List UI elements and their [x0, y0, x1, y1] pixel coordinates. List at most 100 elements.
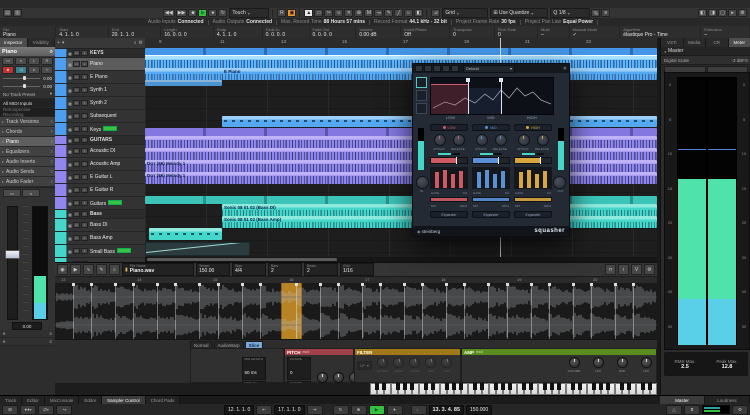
band-expander-button[interactable]: Expander	[514, 211, 552, 218]
track-solo-button[interactable]: s	[81, 222, 88, 228]
output-gain-knob[interactable]	[553, 176, 566, 189]
band-mix-slider[interactable]	[514, 197, 552, 202]
track-row[interactable]: ▦ m s Synth 2	[55, 97, 145, 110]
inspector-track-header[interactable]: Piano ⚙	[0, 47, 55, 56]
to-right-locator-button[interactable]: ⇥	[307, 405, 323, 415]
solo-button[interactable]: s	[15, 57, 27, 65]
amp-knob[interactable]: LFO	[590, 357, 606, 373]
band-solo-button[interactable]: HIGH	[514, 124, 552, 131]
pitch-field[interactable]: OCTAVE0	[287, 357, 311, 380]
tool-button[interactable]: ↝	[374, 9, 383, 17]
status-item[interactable]: Record Format 44.1 kHz - 32 bit	[374, 19, 456, 25]
editor-field[interactable]: Bars 2	[268, 263, 302, 276]
hitpoint-marker[interactable]	[296, 283, 297, 339]
audio-event[interactable]	[145, 148, 657, 160]
info-line-field[interactable]: Algorithm élastique Pro - Time	[620, 26, 701, 38]
fader-value[interactable]: 0.00	[12, 322, 42, 330]
setup-toolbar-button[interactable]: ▸	[728, 9, 737, 17]
info-line-field[interactable]: Invert Phase Off	[401, 26, 450, 38]
audio-event[interactable]: Drrr (86) Melody 1	[145, 160, 657, 172]
info-line-field[interactable]: Fade-Out 0. 0. 0. 0	[310, 26, 357, 38]
plugin-spectrum-display[interactable]	[430, 77, 554, 115]
band-mix-slider[interactable]	[472, 197, 510, 202]
hitpoint-marker[interactable]	[549, 283, 550, 339]
automation-mode-select[interactable]: Touch▾	[229, 8, 269, 18]
tool-button[interactable]: M	[364, 9, 373, 17]
find-track-icon[interactable]: ⌕	[134, 40, 137, 46]
plugin-view-3[interactable]	[416, 103, 427, 114]
info-line-field[interactable]: Snap 4. 1. 1. 0	[214, 26, 263, 38]
editor-scrub-button[interactable]: ∿	[83, 264, 94, 275]
tool-button[interactable]: ◧	[414, 9, 423, 17]
track-solo-button[interactable]: s	[81, 235, 88, 241]
track-mute-button[interactable]: m	[73, 235, 80, 241]
filter-knob[interactable]: RESO	[391, 357, 407, 373]
track-mute-button[interactable]: m	[73, 74, 80, 80]
hitpoint-marker[interactable]	[446, 283, 447, 339]
play-transport-button[interactable]: ▶	[369, 405, 385, 415]
rewind-button[interactable]: ◀◀	[163, 9, 175, 17]
info-line-field[interactable]: Mute –	[538, 26, 570, 38]
cycle-button[interactable]: ↻	[218, 9, 227, 17]
status-item[interactable]: Project Pan Law Equal Power	[525, 19, 602, 25]
tool-button[interactable]: ✎	[384, 9, 393, 17]
listen-button[interactable]: L	[28, 57, 40, 65]
record-enable-button[interactable]: ●	[2, 66, 14, 74]
filter-type-select[interactable]: LP▾	[357, 361, 372, 370]
band-mix-slider[interactable]	[430, 197, 468, 202]
track-solo-button[interactable]: s	[81, 248, 88, 254]
band-release-knob[interactable]	[537, 134, 549, 146]
hitpoint-marker[interactable]	[218, 283, 219, 339]
plugin-bypass-button[interactable]	[424, 65, 432, 72]
right-zone-tab[interactable]: Media	[684, 38, 707, 47]
track-solo-button[interactable]: s	[81, 137, 88, 143]
track-row[interactable]: ▦ m s GUITARS	[55, 136, 145, 145]
track-row[interactable]: ▦ m s Acoustic Amp	[55, 158, 145, 171]
track-solo-button[interactable]: s	[81, 61, 88, 67]
plugin-read-button[interactable]	[433, 65, 441, 72]
track-solo-button[interactable]: s	[81, 113, 88, 119]
status-item[interactable]: Project Frame Rate 30 fps	[456, 19, 525, 25]
track-filter-chevron-icon[interactable]: ▾	[62, 40, 65, 46]
edit-channel-button[interactable]: e	[28, 66, 40, 74]
info-line-field[interactable]: Length 16. 0. 0. 0	[161, 26, 214, 38]
record-transport-button[interactable]: ●	[387, 405, 403, 415]
fader-mute-button[interactable]: m	[3, 189, 21, 197]
hitpoint-marker[interactable]	[488, 283, 489, 339]
hitpoint-marker[interactable]	[157, 283, 158, 339]
editor-field[interactable]: Grid 1/16	[340, 263, 374, 276]
filter-knob[interactable]: ENV	[423, 357, 439, 373]
fader-solo-button[interactable]: s	[22, 189, 40, 197]
forward-button[interactable]: ▶▶	[176, 9, 188, 17]
hitpoint-marker[interactable]	[362, 283, 363, 339]
tool-button[interactable]: ▭	[314, 9, 323, 17]
track-row[interactable]: ▦ m s Subsequent	[55, 110, 145, 123]
hitpoint-marker[interactable]	[591, 283, 592, 339]
track-list-gear-icon[interactable]: ⚙	[139, 40, 143, 46]
track-solo-button[interactable]: s	[81, 87, 88, 93]
quantize-mode-select[interactable]: ⊞ Use Quantize▾	[490, 8, 548, 18]
inspector-tab[interactable]: Inspector	[0, 38, 28, 47]
crossover-handle-2[interactable]	[501, 78, 502, 114]
band-solo-button[interactable]: MID	[472, 124, 510, 131]
hitpoint-marker[interactable]	[380, 283, 381, 339]
hitpoint-marker[interactable]	[260, 283, 261, 339]
track-mute-button[interactable]: m	[73, 174, 80, 180]
input-gain-knob[interactable]	[416, 176, 429, 189]
meter-target-row[interactable]: ◂Master	[661, 47, 750, 56]
track-solo-button[interactable]: s	[81, 174, 88, 180]
waveform-display[interactable]	[55, 283, 657, 339]
hitpoint-marker[interactable]	[507, 283, 508, 339]
hitpoint-marker[interactable]	[633, 283, 634, 339]
tool-button[interactable]: ⊕	[354, 9, 363, 17]
hitpoint-marker[interactable]	[115, 283, 116, 339]
hitpoint-marker[interactable]	[338, 283, 339, 339]
info-line-field[interactable]: File Piano	[0, 26, 56, 38]
audio-event[interactable]	[145, 196, 657, 204]
tempo-display[interactable]: 150.000	[466, 405, 492, 415]
audio-event[interactable]	[145, 136, 657, 148]
info-line-field[interactable]: Start 4. 1. 1. 0	[56, 26, 109, 38]
status-item[interactable]: Max. Record Time 88 Hours 57 mins	[281, 19, 374, 25]
metronome-click-button[interactable]: △	[666, 405, 682, 415]
automation-read-button[interactable]: R	[41, 57, 53, 65]
